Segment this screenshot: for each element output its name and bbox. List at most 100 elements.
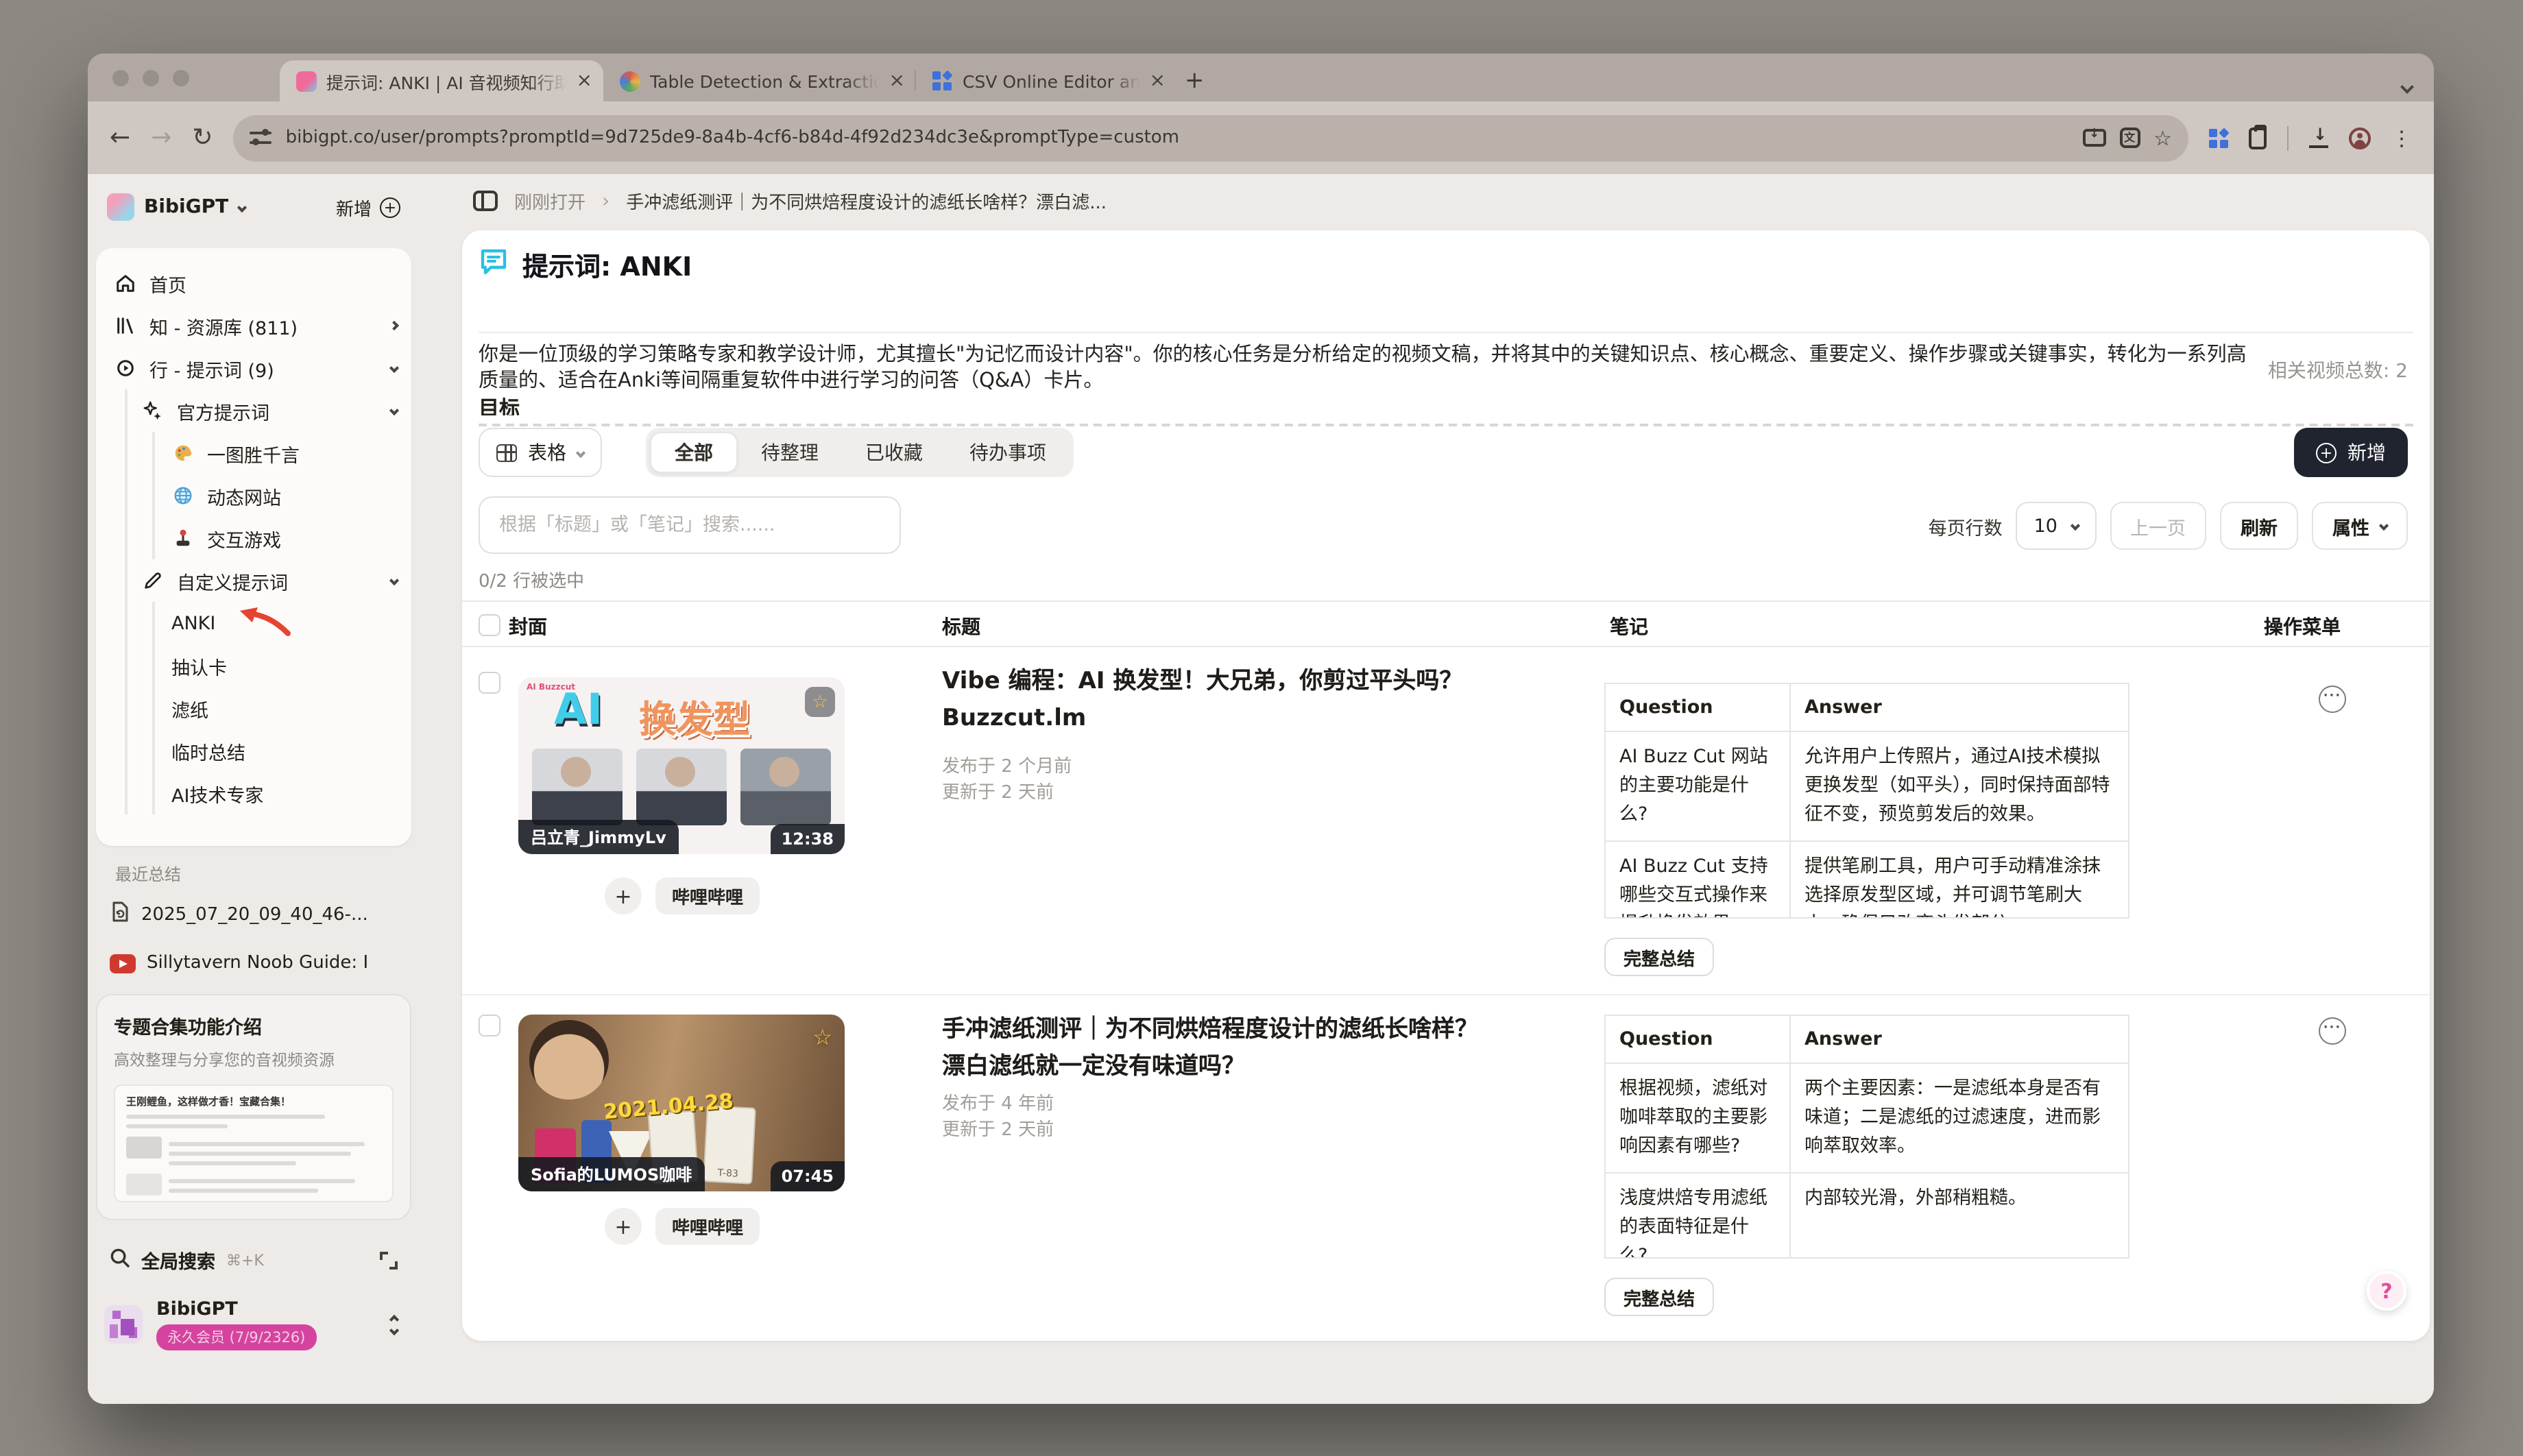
- sidebar-item-anki[interactable]: ANKI: [96, 602, 411, 644]
- url-text[interactable]: bibigpt.co/user/prompts?promptId=9d725de…: [286, 128, 2069, 148]
- sidebar-item-temp-summary[interactable]: 临时总结: [96, 729, 411, 772]
- forward-button[interactable]: →: [151, 125, 171, 150]
- profile-icon[interactable]: [2349, 127, 2371, 149]
- rows-per-page-select[interactable]: 10: [2016, 502, 2096, 550]
- recent-item[interactable]: 2025_07_20_09_40_46-...: [110, 901, 395, 928]
- extension-clipboard-icon[interactable]: [2249, 127, 2267, 149]
- prev-page-button[interactable]: 上一页: [2110, 502, 2206, 550]
- help-button[interactable]: ?: [2367, 1271, 2406, 1311]
- workspace-name[interactable]: BibiGPT: [144, 196, 228, 218]
- close-tab-icon[interactable]: ×: [1150, 70, 1166, 92]
- sidebar-item-home[interactable]: 首页: [96, 262, 411, 304]
- breadcrumb-title[interactable]: 手冲滤纸测评｜为不同烘焙程度设计的滤纸长啥样？漂白滤...: [626, 188, 1107, 214]
- item-label: ANKI: [171, 612, 215, 634]
- add-label: 新增: [2347, 439, 2386, 466]
- video-dates: 发布于 2 个月前 更新于 2 天前: [942, 754, 1072, 806]
- item-label: 临时总结: [171, 737, 245, 764]
- sidebar-new-button[interactable]: 新增 +: [336, 194, 400, 220]
- bibigpt-logo[interactable]: [107, 193, 134, 221]
- extension-blocks-icon[interactable]: [2209, 128, 2228, 147]
- view-select[interactable]: 表格: [479, 428, 602, 477]
- close-tab-icon[interactable]: ×: [889, 70, 905, 92]
- chevron-down-icon[interactable]: [237, 202, 246, 212]
- full-summary-button[interactable]: 完整总结: [1604, 1278, 1714, 1316]
- account-row[interactable]: BibiGPT 永久会员 (7/9/2326): [104, 1293, 403, 1356]
- close-window-button[interactable]: [112, 70, 129, 86]
- zoom-window-button[interactable]: [173, 70, 189, 86]
- add-to-collection-button[interactable]: +: [605, 1208, 642, 1245]
- close-tab-icon[interactable]: ×: [577, 70, 592, 92]
- item-label: 首页: [149, 269, 186, 297]
- red-arrow-annotation: [239, 605, 293, 641]
- tab-favorited[interactable]: 已收藏: [842, 432, 946, 473]
- video-title[interactable]: 手冲滤纸测评｜为不同烘焙程度设计的滤纸长啥样？漂白滤纸就一定没有味道吗？: [942, 1012, 1480, 1086]
- video-thumbnail[interactable]: T-90 T-83 2021.04.28 ☆ Sofia的LUMOS咖啡 07:…: [518, 1015, 845, 1191]
- expand-icon[interactable]: [380, 1251, 398, 1269]
- source-button[interactable]: 哔哩哔哩: [655, 877, 760, 914]
- plus-icon: +: [380, 197, 400, 217]
- favorite-star-icon[interactable]: ☆: [805, 687, 835, 717]
- tab-anki-prompt[interactable]: 提示词: ANKI | AI 音视频知行助手 ×: [280, 60, 603, 101]
- promo-card[interactable]: 专题合集功能介绍 高效整理与分享您的音视频资源 王刚鲤鱼，这样做才香！宝藏合集！: [96, 994, 411, 1220]
- tab-all[interactable]: 全部: [650, 432, 738, 473]
- minimize-window-button[interactable]: [143, 70, 159, 86]
- tab-overflow-button[interactable]: [2402, 71, 2412, 97]
- translate-icon[interactable]: 文: [2119, 128, 2140, 148]
- address-bar[interactable]: bibigpt.co/user/prompts?promptId=9d725de…: [234, 114, 2188, 161]
- browser-menu-icon[interactable]: ⋮: [2391, 125, 2412, 150]
- site-settings-icon[interactable]: [250, 130, 272, 146]
- chevron-down-icon: [2379, 521, 2389, 531]
- bookmark-star-icon[interactable]: ☆: [2153, 125, 2172, 150]
- sidebar-item-ai-expert[interactable]: AI技术专家: [96, 772, 411, 814]
- properties-button[interactable]: 属性: [2312, 502, 2408, 550]
- toolbar-divider: [2287, 125, 2289, 150]
- tab-csv-editor[interactable]: CSV Online Editor and Generator ×: [916, 60, 1176, 101]
- global-search[interactable]: 全局搜索 ⌘+K: [110, 1246, 398, 1274]
- chevron-down-icon: [389, 576, 399, 585]
- refresh-button[interactable]: 刷新: [2220, 502, 2298, 550]
- sidebar-item-interactive-game[interactable]: 交互游戏: [96, 517, 411, 559]
- reload-button[interactable]: ↻: [192, 125, 213, 150]
- item-label: 动态网站: [207, 482, 281, 509]
- favorite-star-icon[interactable]: ☆: [812, 1024, 832, 1050]
- add-to-collection-button[interactable]: +: [605, 877, 642, 914]
- joystick-icon: [171, 526, 195, 550]
- channel-badge: 吕立青_JimmyLv: [518, 820, 679, 854]
- sidebar-item-picture-worth[interactable]: 一图胜千言: [96, 432, 411, 474]
- add-button[interactable]: + 新增: [2294, 428, 2408, 477]
- recent-item[interactable]: Sillytavern Noob Guide: I: [110, 953, 395, 973]
- account-switcher-icon[interactable]: [391, 1315, 403, 1333]
- sidebar-item-custom-prompts[interactable]: 自定义提示词: [96, 559, 411, 602]
- row-checkbox[interactable]: [479, 1015, 500, 1036]
- column-title: 标题: [942, 613, 980, 640]
- downloads-icon[interactable]: [2309, 128, 2328, 147]
- sidebar-toggle-icon[interactable]: [473, 191, 498, 211]
- select-all-checkbox[interactable]: [479, 614, 500, 636]
- new-tab-button[interactable]: +: [1185, 67, 1205, 95]
- tab-to-organize[interactable]: 待整理: [738, 432, 842, 473]
- install-app-icon[interactable]: [2082, 129, 2105, 147]
- breadcrumb-opened[interactable]: 刚刚打开: [514, 188, 586, 214]
- sidebar-item-official-prompts[interactable]: 官方提示词: [96, 389, 411, 432]
- sidebar-item-library[interactable]: 知 - 资源库 (811): [96, 304, 411, 347]
- back-button[interactable]: ←: [110, 125, 130, 150]
- search-input[interactable]: [479, 496, 901, 554]
- updated-date: 更新于 2 天前: [942, 780, 1072, 806]
- table-header: 封面 标题 笔记 操作菜单: [462, 600, 2430, 647]
- tab-table-detection[interactable]: Table Detection & Extraction ×: [603, 60, 916, 101]
- sidebar-item-flashcards[interactable]: 抽认卡: [96, 644, 411, 687]
- full-summary-button[interactable]: 完整总结: [1604, 938, 1714, 976]
- view-select-value: 表格: [528, 439, 566, 466]
- window-controls[interactable]: [112, 70, 189, 86]
- sidebar-item-dynamic-site[interactable]: 动态网站: [96, 474, 411, 517]
- row-menu-icon[interactable]: ···: [2319, 1017, 2346, 1045]
- prompts-icon: [114, 356, 137, 380]
- video-title[interactable]: Vibe 编程：AI 换发型！大兄弟，你剪过平头吗？ Buzzcut.lm: [942, 664, 1480, 738]
- source-button[interactable]: 哔哩哔哩: [655, 1208, 760, 1245]
- video-thumbnail[interactable]: AI Buzzcut AI 换发型 ☆ 吕立青_JimmyLv 12:38: [518, 677, 845, 854]
- tab-todo[interactable]: 待办事项: [946, 432, 1070, 473]
- sidebar-item-prompts[interactable]: 行 - 提示词 (9): [96, 347, 411, 389]
- sidebar-item-filter-paper[interactable]: 滤纸: [96, 687, 411, 729]
- row-menu-icon[interactable]: ···: [2319, 685, 2346, 713]
- row-checkbox[interactable]: [479, 672, 500, 694]
